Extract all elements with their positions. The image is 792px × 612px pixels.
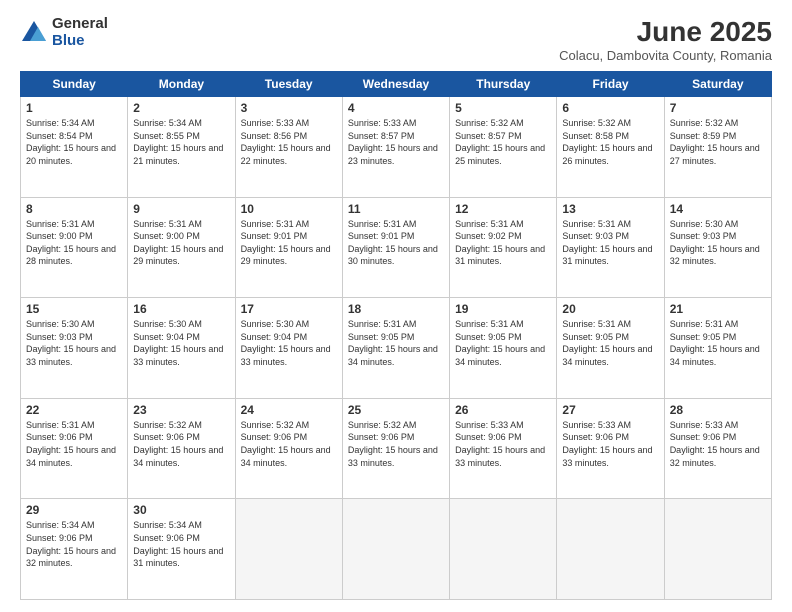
table-row: 4Sunrise: 5:33 AMSunset: 8:57 PMDaylight… [342, 97, 449, 198]
table-row: 15Sunrise: 5:30 AMSunset: 9:03 PMDayligh… [21, 298, 128, 399]
col-tuesday: Tuesday [235, 72, 342, 97]
table-row: 24Sunrise: 5:32 AMSunset: 9:06 PMDayligh… [235, 398, 342, 499]
table-row: 11Sunrise: 5:31 AMSunset: 9:01 PMDayligh… [342, 197, 449, 298]
table-row: 28Sunrise: 5:33 AMSunset: 9:06 PMDayligh… [664, 398, 771, 499]
week-row: 29Sunrise: 5:34 AMSunset: 9:06 PMDayligh… [21, 499, 772, 600]
col-saturday: Saturday [664, 72, 771, 97]
table-row: 5Sunrise: 5:32 AMSunset: 8:57 PMDaylight… [450, 97, 557, 198]
header-row: Sunday Monday Tuesday Wednesday Thursday… [21, 72, 772, 97]
empty-cell [557, 499, 664, 600]
logo-blue: Blue [52, 33, 108, 50]
col-thursday: Thursday [450, 72, 557, 97]
table-row: 10Sunrise: 5:31 AMSunset: 9:01 PMDayligh… [235, 197, 342, 298]
empty-cell [235, 499, 342, 600]
table-row: 16Sunrise: 5:30 AMSunset: 9:04 PMDayligh… [128, 298, 235, 399]
table-row: 7Sunrise: 5:32 AMSunset: 8:59 PMDaylight… [664, 97, 771, 198]
header: General Blue June 2025 Colacu, Dambovita… [20, 16, 772, 63]
logo-icon [20, 19, 48, 47]
table-row: 27Sunrise: 5:33 AMSunset: 9:06 PMDayligh… [557, 398, 664, 499]
title-block: June 2025 Colacu, Dambovita County, Roma… [559, 16, 772, 63]
table-row: 25Sunrise: 5:32 AMSunset: 9:06 PMDayligh… [342, 398, 449, 499]
table-row: 22Sunrise: 5:31 AMSunset: 9:06 PMDayligh… [21, 398, 128, 499]
empty-cell [342, 499, 449, 600]
table-row: 17Sunrise: 5:30 AMSunset: 9:04 PMDayligh… [235, 298, 342, 399]
table-row: 20Sunrise: 5:31 AMSunset: 9:05 PMDayligh… [557, 298, 664, 399]
col-friday: Friday [557, 72, 664, 97]
table-row: 13Sunrise: 5:31 AMSunset: 9:03 PMDayligh… [557, 197, 664, 298]
week-row: 22Sunrise: 5:31 AMSunset: 9:06 PMDayligh… [21, 398, 772, 499]
table-row: 26Sunrise: 5:33 AMSunset: 9:06 PMDayligh… [450, 398, 557, 499]
table-row: 21Sunrise: 5:31 AMSunset: 9:05 PMDayligh… [664, 298, 771, 399]
table-row: 19Sunrise: 5:31 AMSunset: 9:05 PMDayligh… [450, 298, 557, 399]
col-wednesday: Wednesday [342, 72, 449, 97]
table-row: 18Sunrise: 5:31 AMSunset: 9:05 PMDayligh… [342, 298, 449, 399]
table-row: 23Sunrise: 5:32 AMSunset: 9:06 PMDayligh… [128, 398, 235, 499]
logo-general: General [52, 16, 108, 33]
logo: General Blue [20, 16, 108, 49]
table-row: 6Sunrise: 5:32 AMSunset: 8:58 PMDaylight… [557, 97, 664, 198]
table-row: 14Sunrise: 5:30 AMSunset: 9:03 PMDayligh… [664, 197, 771, 298]
logo-text: General Blue [52, 16, 108, 49]
subtitle: Colacu, Dambovita County, Romania [559, 48, 772, 63]
table-row: 29Sunrise: 5:34 AMSunset: 9:06 PMDayligh… [21, 499, 128, 600]
week-row: 15Sunrise: 5:30 AMSunset: 9:03 PMDayligh… [21, 298, 772, 399]
table-row: 30Sunrise: 5:34 AMSunset: 9:06 PMDayligh… [128, 499, 235, 600]
empty-cell [664, 499, 771, 600]
table-row: 9Sunrise: 5:31 AMSunset: 9:00 PMDaylight… [128, 197, 235, 298]
calendar: Sunday Monday Tuesday Wednesday Thursday… [20, 71, 772, 600]
col-sunday: Sunday [21, 72, 128, 97]
col-monday: Monday [128, 72, 235, 97]
table-row: 12Sunrise: 5:31 AMSunset: 9:02 PMDayligh… [450, 197, 557, 298]
table-row: 1Sunrise: 5:34 AMSunset: 8:54 PMDaylight… [21, 97, 128, 198]
table-row: 2Sunrise: 5:34 AMSunset: 8:55 PMDaylight… [128, 97, 235, 198]
table-row: 8Sunrise: 5:31 AMSunset: 9:00 PMDaylight… [21, 197, 128, 298]
week-row: 8Sunrise: 5:31 AMSunset: 9:00 PMDaylight… [21, 197, 772, 298]
table-row: 3Sunrise: 5:33 AMSunset: 8:56 PMDaylight… [235, 97, 342, 198]
empty-cell [450, 499, 557, 600]
page: General Blue June 2025 Colacu, Dambovita… [0, 0, 792, 612]
page-title: June 2025 [559, 16, 772, 48]
week-row: 1Sunrise: 5:34 AMSunset: 8:54 PMDaylight… [21, 97, 772, 198]
